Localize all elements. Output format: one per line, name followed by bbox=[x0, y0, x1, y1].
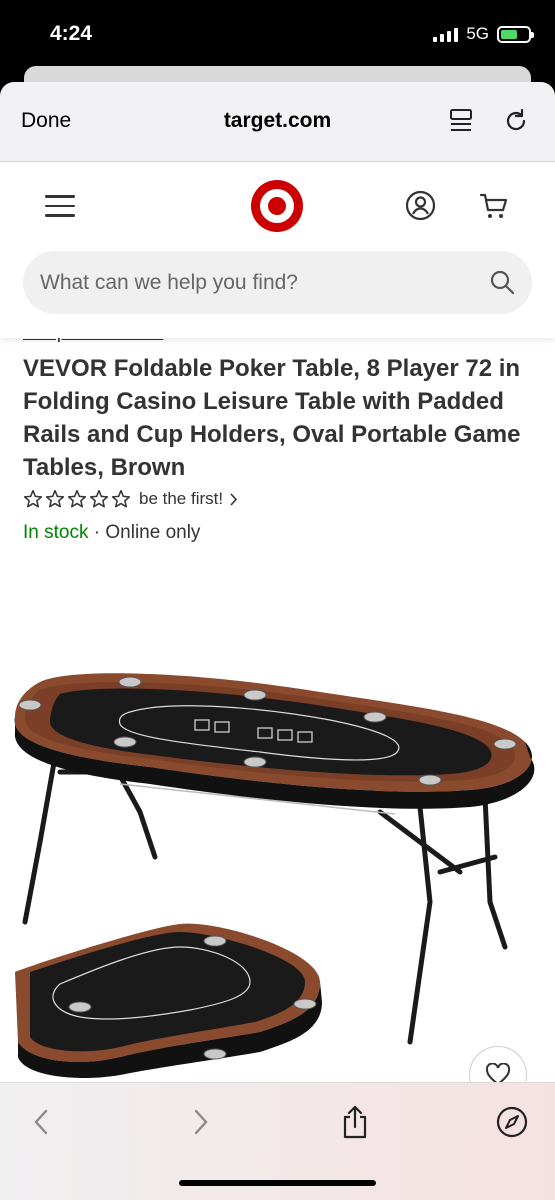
star-empty-icon bbox=[89, 489, 109, 508]
reload-icon[interactable] bbox=[503, 108, 529, 134]
site-header bbox=[0, 162, 555, 338]
open-in-safari-button[interactable] bbox=[495, 1105, 529, 1139]
home-indicator bbox=[179, 1180, 376, 1186]
compass-icon bbox=[496, 1106, 528, 1138]
page-menu-icon[interactable] bbox=[449, 108, 473, 134]
forward-button[interactable] bbox=[184, 1105, 218, 1139]
battery-icon bbox=[497, 25, 534, 43]
product-image[interactable] bbox=[0, 662, 555, 1082]
chevron-right-icon bbox=[194, 1109, 208, 1135]
search-input[interactable] bbox=[40, 251, 480, 314]
star-empty-icon bbox=[111, 489, 131, 508]
star-empty-icon bbox=[45, 489, 65, 508]
status-time: 4:24 bbox=[50, 22, 93, 45]
chevron-left-icon bbox=[34, 1109, 48, 1135]
rating-prompt[interactable]: be the first! bbox=[139, 489, 223, 509]
star-empty-icon bbox=[23, 489, 43, 508]
rating-row[interactable]: be the first! bbox=[23, 489, 238, 509]
status-bar: 4:24 5G bbox=[0, 0, 555, 70]
share-button[interactable] bbox=[338, 1105, 372, 1139]
hamburger-menu-icon[interactable] bbox=[45, 195, 75, 217]
status-indicators: 5G bbox=[433, 24, 534, 44]
chevron-right-icon bbox=[230, 492, 238, 506]
availability: In stock · Online only bbox=[23, 522, 200, 544]
star-empty-icon bbox=[67, 489, 87, 508]
search-icon[interactable] bbox=[490, 270, 515, 295]
account-icon[interactable] bbox=[405, 190, 436, 221]
separator: · bbox=[88, 522, 106, 543]
search-bar[interactable] bbox=[23, 251, 532, 314]
browser-header: Done target.com bbox=[0, 82, 555, 162]
star-rating bbox=[23, 489, 131, 509]
channel-label: Online only bbox=[105, 522, 201, 543]
product-title: VEVOR Foldable Poker Table, 8 Player 72 … bbox=[23, 355, 521, 481]
web-content: Shop all VEVOR VEVOR Foldable Poker Tabl… bbox=[0, 162, 555, 1082]
stock-status: In stock bbox=[23, 522, 89, 543]
target-logo[interactable] bbox=[250, 179, 304, 233]
back-button[interactable] bbox=[24, 1105, 58, 1139]
cellular-signal-icon bbox=[433, 26, 459, 42]
cart-icon[interactable] bbox=[479, 191, 509, 221]
network-type: 5G bbox=[466, 24, 489, 43]
share-icon bbox=[343, 1105, 367, 1139]
heart-icon bbox=[485, 1063, 511, 1082]
